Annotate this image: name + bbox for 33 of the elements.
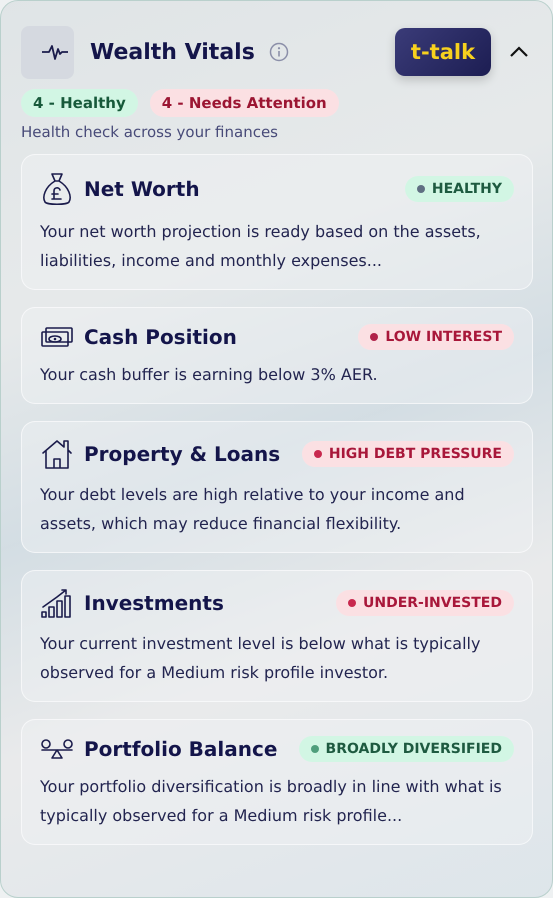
card-title: Portfolio Balance xyxy=(84,737,278,761)
card-title: Investments xyxy=(84,591,225,615)
bar-chart-icon xyxy=(41,587,73,619)
status-badge: BROADLY DIVERSIFIED xyxy=(298,736,514,762)
widget-title: Wealth Vitals xyxy=(90,40,255,64)
card-title: Property & Loans xyxy=(84,442,282,466)
chevron-up-icon[interactable] xyxy=(509,46,529,58)
status-badge: UNDER-INVESTED xyxy=(336,590,514,616)
subtitle: Health check across your finances xyxy=(21,123,279,141)
vital-card[interactable]: Net Worth HEALTHY Your net worth projection is ready based on the assets, liabilities, income and monthly expenses... xyxy=(21,154,533,290)
count-chip: 4 - Needs Attention xyxy=(150,89,339,117)
pulse-icon xyxy=(41,42,69,62)
card-description: Your cash buffer is earning below 3% AER. xyxy=(40,364,379,386)
talk-button[interactable]: t-talk xyxy=(395,28,491,76)
card-title: Cash Position xyxy=(84,325,238,349)
card-description: Your net worth projection is ready based on the assets, liabilities, income and monthly expenses... xyxy=(40,221,482,272)
status-badge: LOW INTEREST xyxy=(358,324,514,350)
card-description: Your portfolio diversification is broadly in line with what is typically observed for a Medium risk profile... xyxy=(40,776,503,827)
vital-card[interactable]: Property & Loans HIGH DEBT PRESSURE Your debt levels are high relative to your income and assets, which may reduce financial flexibility. xyxy=(21,421,533,553)
card-title: Net Worth xyxy=(84,177,201,201)
count-chip: 4 - Healthy xyxy=(21,89,138,117)
money-bag-icon xyxy=(41,171,73,207)
vital-card[interactable]: Investments UNDER-INVESTED Your current investment level is below what is typically observed for a Medium risk profile investor. xyxy=(21,570,533,702)
house-icon xyxy=(41,438,73,470)
balance-scale-icon xyxy=(41,737,73,761)
vital-card[interactable]: Portfolio Balance BROADLY DIVERSIFIED Your portfolio diversification is broadly in line with what is typically observed for a Medium risk profile... xyxy=(21,719,533,845)
card-description: Your current investment level is below what is typically observed for a Medium risk profile investor. xyxy=(40,633,482,684)
vital-card[interactable]: Cash Position LOW INTEREST Your cash buffer is earning below 3% AER. xyxy=(21,307,533,404)
info-icon xyxy=(268,42,289,62)
status-badge: HIGH DEBT PRESSURE xyxy=(302,441,514,467)
banknotes-icon xyxy=(41,326,73,348)
card-description: Your debt levels are high relative to your income and assets, which may reduce financial flexibility. xyxy=(40,484,466,535)
status-badge: HEALTHY xyxy=(404,176,514,202)
